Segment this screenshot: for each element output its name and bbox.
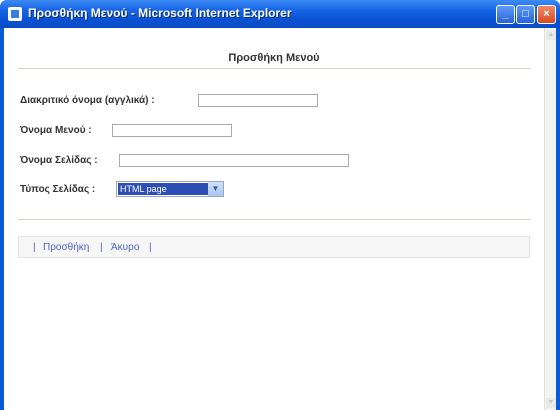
- separator: |: [33, 242, 36, 253]
- separator: |: [100, 242, 103, 253]
- internal-name-label: Διακριτικό όνομα (αγγλικά) :: [20, 95, 155, 106]
- page-name-label: Όνομα Σελίδας :: [20, 155, 98, 166]
- ie-page-icon: [8, 7, 22, 21]
- page-type-selected-value: HTML page: [118, 183, 208, 195]
- minimize-icon[interactable]: _: [496, 5, 515, 24]
- maximize-icon[interactable]: □: [516, 5, 535, 24]
- add-link[interactable]: Προσθήκη: [43, 242, 89, 253]
- page-type-label: Τύπος Σελίδας :: [20, 184, 96, 195]
- page-type-select[interactable]: HTML page ▼: [116, 181, 224, 197]
- separator: |: [149, 242, 152, 253]
- close-icon[interactable]: ×: [537, 5, 556, 24]
- title-bar[interactable]: Προσθήκη Μενού - Microsoft Internet Expl…: [0, 0, 560, 28]
- scroll-down-icon[interactable]: ▼: [546, 398, 556, 408]
- internal-name-input[interactable]: [198, 94, 318, 107]
- cancel-link[interactable]: Άκυρο: [111, 242, 139, 253]
- menu-name-input[interactable]: [112, 124, 232, 137]
- page-title: Προσθήκη Μενού: [228, 52, 320, 64]
- menu-name-label: Όνομα Μενού :: [20, 125, 92, 136]
- vertical-scrollbar[interactable]: ▲ ▼: [544, 28, 556, 410]
- scroll-up-icon[interactable]: ▲: [546, 30, 556, 40]
- page-name-input[interactable]: [119, 154, 349, 167]
- page-content: Προσθήκη Μενού Διακριτικό όνομα (αγγλικά…: [4, 28, 556, 410]
- chevron-down-icon[interactable]: ▼: [208, 182, 223, 196]
- window-title: Προσθήκη Μενού - Microsoft Internet Expl…: [28, 6, 292, 20]
- browser-popup-window: Προσθήκη Μενού - Microsoft Internet Expl…: [0, 0, 560, 410]
- divider: [18, 219, 530, 220]
- divider: [18, 68, 530, 69]
- action-bar: | Προσθήκη | Άκυρο |: [18, 236, 530, 258]
